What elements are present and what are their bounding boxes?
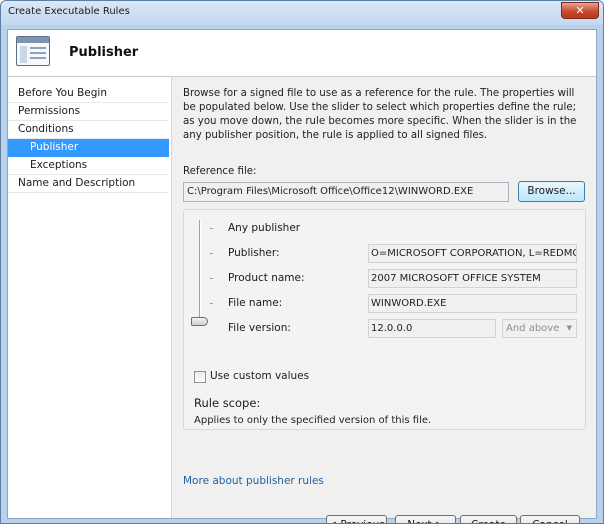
create-button[interactable]: Create [460, 515, 517, 523]
slider-tick [210, 228, 213, 229]
slider-thumb[interactable] [191, 317, 208, 326]
wizard-navigation: Before You Begin Permissions Conditions … [8, 77, 172, 518]
close-button[interactable]: ✕ [561, 2, 599, 19]
title-bar[interactable]: Create Executable Rules ✕ [1, 1, 603, 25]
more-about-publisher-rules-link[interactable]: More about publisher rules [183, 475, 324, 487]
any-publisher-label: Any publisher [228, 222, 301, 234]
product-name-field[interactable]: 2007 MICROSOFT OFFICE SYSTEM [368, 269, 577, 288]
slider-tick [210, 253, 213, 254]
version-operator-select[interactable]: And above ▼ [502, 319, 577, 338]
file-version-field[interactable]: 12.0.0.0 [368, 319, 496, 338]
slider-tick [210, 303, 213, 304]
nav-item-before-you-begin[interactable]: Before You Begin [8, 85, 169, 103]
nav-item-conditions[interactable]: Conditions [8, 121, 169, 139]
rule-scope-title: Rule scope: [194, 396, 261, 410]
product-name-label: Product name: [228, 272, 305, 284]
rule-properties-group: Any publisher Publisher: O=MICROSOFT COR… [183, 209, 586, 430]
page-description: Browse for a signed file to use as a ref… [183, 88, 577, 141]
dialog-client-area: Publisher Before You Begin Permissions C… [7, 29, 597, 523]
close-icon: ✕ [575, 4, 585, 17]
file-name-field[interactable]: WINWORD.EXE [368, 294, 577, 313]
cancel-button[interactable]: Cancel [520, 515, 580, 523]
dialog-window: Create Executable Rules ✕ Publisher Befo… [0, 0, 604, 524]
slider-track[interactable] [199, 220, 201, 324]
rule-scope-text: Applies to only the specified version of… [194, 415, 432, 426]
nav-item-publisher[interactable]: Publisher [8, 139, 169, 157]
publisher-field[interactable]: O=MICROSOFT CORPORATION, L=REDMOND, [368, 244, 577, 263]
reference-file-label: Reference file: [183, 166, 257, 177]
reference-file-field[interactable]: C:\Program Files\Microsoft Office\Office… [183, 182, 509, 202]
wizard-header: Publisher [8, 30, 596, 77]
previous-button[interactable]: < Previous [326, 515, 387, 523]
chevron-down-icon: ▼ [566, 324, 572, 332]
window-title: Create Executable Rules [8, 6, 130, 17]
nav-item-name-and-description[interactable]: Name and Description [8, 175, 169, 193]
next-button[interactable]: Next > [395, 515, 456, 523]
nav-item-exceptions[interactable]: Exceptions [8, 157, 169, 175]
publisher-label: Publisher: [228, 247, 280, 259]
file-version-label: File version: [228, 322, 291, 334]
wizard-page-icon [16, 36, 50, 66]
use-custom-values-label[interactable]: Use custom values [210, 370, 309, 382]
version-operator-value: And above [506, 323, 560, 334]
slider-tick [210, 278, 213, 279]
page-title: Publisher [69, 45, 139, 60]
browse-button[interactable]: Browse... [518, 181, 585, 202]
file-name-label: File name: [228, 297, 283, 309]
use-custom-values-checkbox[interactable] [194, 371, 206, 383]
nav-item-permissions[interactable]: Permissions [8, 103, 169, 121]
